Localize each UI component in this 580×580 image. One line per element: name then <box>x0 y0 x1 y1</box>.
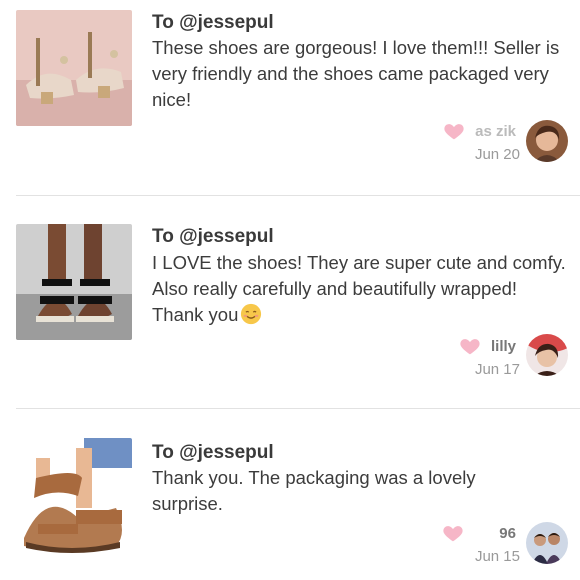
review-text-content: I LOVE the shoes! They are super cute an… <box>152 252 566 325</box>
review-meta: 96 Jun 15 <box>442 522 520 565</box>
review-meta: lilly Jun 17 <box>459 335 520 378</box>
review-text: Thank you. The packaging was a lovely su… <box>152 467 476 514</box>
reviewer-username[interactable]: lilly <box>486 337 520 355</box>
review-item: To @jessepul I LOVE the shoes! They are … <box>0 195 580 408</box>
review-date: Jun 20 <box>474 146 520 163</box>
review-date: Jun 15 <box>474 548 520 565</box>
review-text: I LOVE the shoes! They are super cute an… <box>152 250 572 328</box>
heart-icon[interactable] <box>459 335 481 357</box>
heart-icon[interactable] <box>442 522 464 544</box>
review-text: These shoes are gorgeous! I love them!!!… <box>152 37 560 110</box>
heart-icon[interactable] <box>443 120 465 142</box>
reviewer-username[interactable]: as zik <box>471 122 520 140</box>
product-thumbnail[interactable] <box>16 10 132 126</box>
review-date: Jun 17 <box>474 361 520 378</box>
reviewer-avatar[interactable] <box>526 334 568 376</box>
recipient-label: To @jessepul <box>152 226 274 247</box>
recipient-label: To @jessepul <box>152 442 274 463</box>
reviewer-avatar[interactable] <box>526 120 568 162</box>
review-item: To @jessepul Thank you. The packaging wa… <box>0 408 580 580</box>
product-thumbnail[interactable] <box>16 224 132 340</box>
reviewer-avatar[interactable] <box>526 522 568 564</box>
product-thumbnail[interactable] <box>16 438 132 554</box>
review-meta: as zik Jun 20 <box>443 120 520 163</box>
smiling-face-emoji-icon <box>241 303 262 325</box>
recipient-label: To @jessepul <box>152 12 274 33</box>
reviewer-username[interactable]: 96 <box>470 524 520 542</box>
review-item: To @jessepul These shoes are gorgeous! I… <box>0 0 580 195</box>
